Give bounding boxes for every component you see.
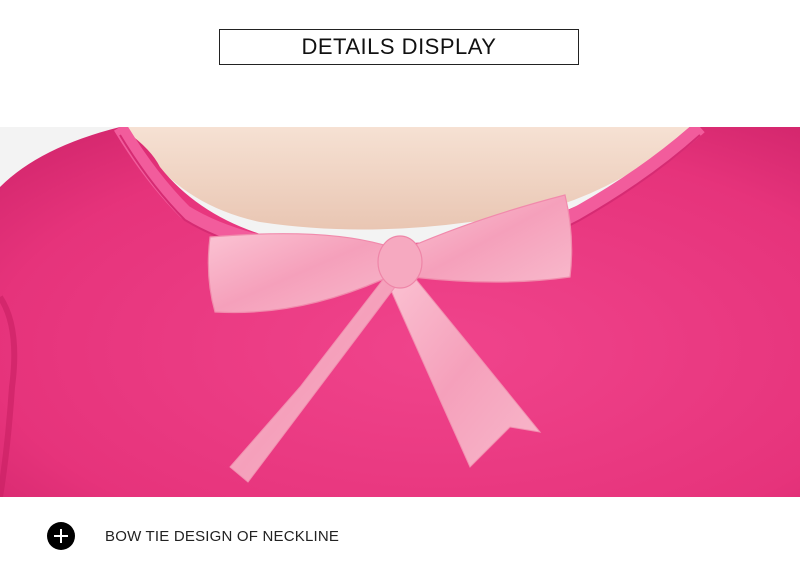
section-title-box: DETAILS DISPLAY [219,29,579,65]
plus-icon [47,522,75,550]
caption-text: BOW TIE DESIGN OF NECKLINE [105,527,340,545]
caption-row: BOW TIE DESIGN OF NECKLINE [47,521,339,551]
product-detail-photo [0,127,800,497]
section-title: DETAILS DISPLAY [301,34,497,59]
